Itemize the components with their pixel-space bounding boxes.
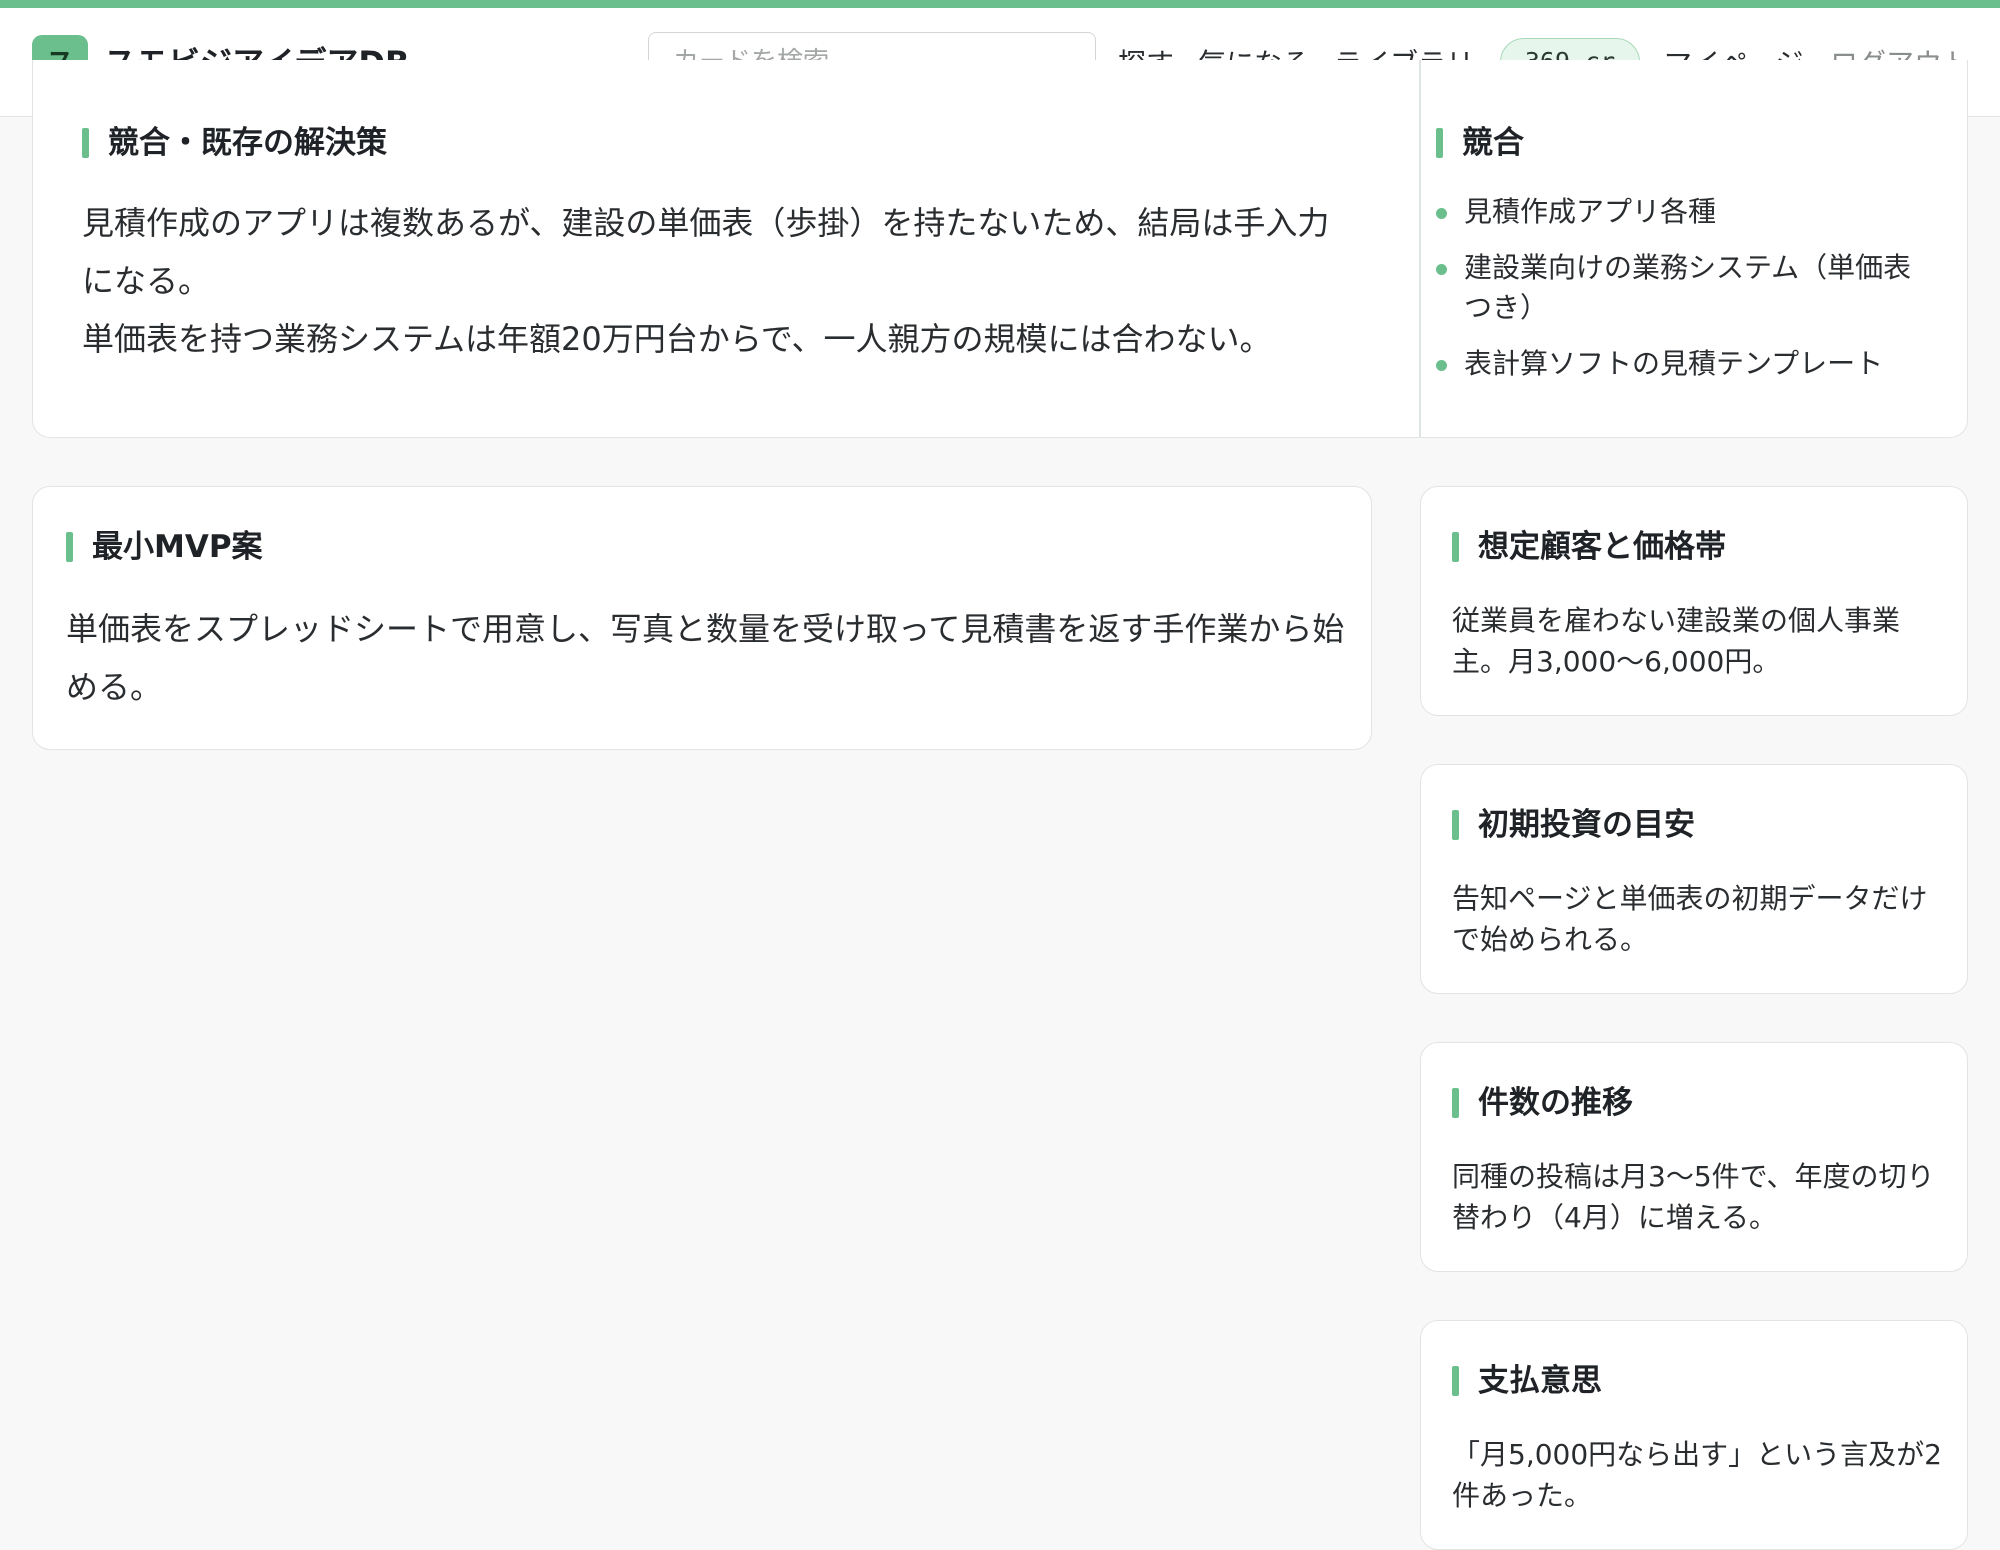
competition-title: 競合・既存の解決策: [82, 123, 387, 163]
list-item: 表計算ソフトの見積テンプレート: [1436, 344, 1916, 384]
competition-text-2: 単価表を持つ業務システムは年額20万円台からで、一人親方の規模には合わない。: [82, 320, 1272, 358]
list-item: 建設業向けの業務システム（単価表つき）: [1436, 248, 1916, 328]
card-divider: [1419, 60, 1421, 437]
competitors-list: 見積作成アプリ各種 建設業向けの業務システム（単価表つき） 表計算ソフトの見積テ…: [1436, 192, 1916, 400]
volume-trend-title: 件数の推移: [1452, 1083, 1633, 1123]
list-item: 見積作成アプリ各種: [1436, 192, 1916, 232]
competitors-title: 競合: [1436, 123, 1524, 163]
competition-text-1: 見積作成のアプリは複数あるが、建設の単価表（歩掛）を持たないため、結局は手入力に…: [82, 204, 1330, 300]
volume-trend-text: 同種の投稿は月3〜5件で、年度の切り替わり（4月）に増える。: [1452, 1160, 1935, 1234]
willingness-to-pay-text: 「月5,000円なら出す」という言及が2件あった。: [1452, 1438, 1942, 1512]
top-accent-bar: [0, 0, 2000, 8]
initial-investment-title: 初期投資の目安: [1452, 805, 1695, 845]
willingness-to-pay-title: 支払意思: [1452, 1361, 1602, 1401]
mvp-title: 最小MVP案: [66, 527, 263, 567]
initial-investment-text: 告知ページと単価表の初期データだけで始められる。: [1452, 882, 1928, 956]
target-customer-text: 従業員を雇わない建設業の個人事業主。月3,000〜6,000円。: [1452, 604, 1901, 678]
mvp-text: 単価表をスプレッドシートで用意し、写真と数量を受け取って見積書を返す手作業から始…: [66, 610, 1345, 706]
target-customer-title: 想定顧客と価格帯: [1452, 527, 1726, 567]
